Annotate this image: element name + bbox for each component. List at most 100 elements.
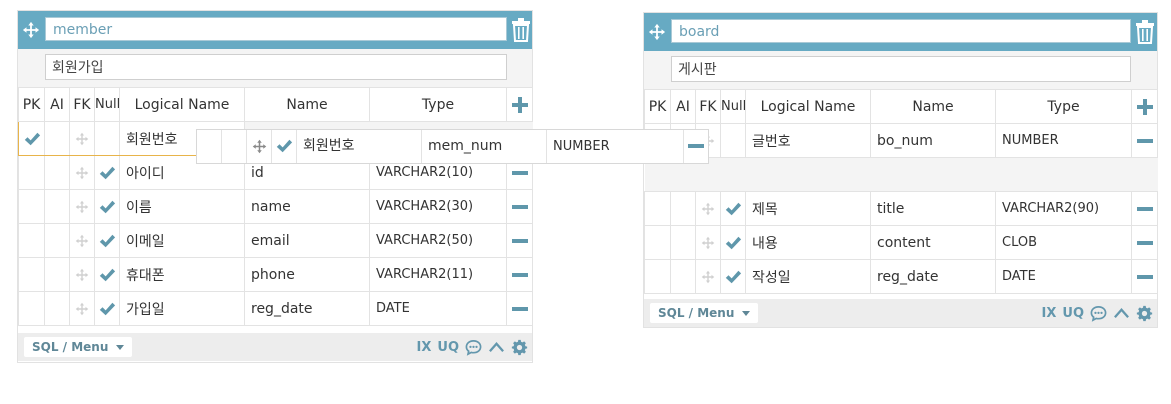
- name-cell[interactable]: bo_num: [870, 123, 996, 158]
- name-cell[interactable]: title: [870, 191, 996, 226]
- pk-toggle[interactable]: [18, 155, 45, 190]
- ai-toggle[interactable]: [670, 191, 696, 226]
- type-cell[interactable]: VARCHAR2(90): [995, 191, 1132, 226]
- row-drag-handle[interactable]: [69, 223, 95, 258]
- ai-toggle[interactable]: [670, 225, 696, 260]
- name-cell[interactable]: reg_date: [870, 259, 996, 294]
- table-comment-input[interactable]: 회원가입: [45, 54, 507, 80]
- logical-name-cell[interactable]: 제목: [745, 191, 871, 226]
- gear-icon[interactable]: [511, 339, 528, 356]
- type-cell[interactable]: NUMBER: [995, 123, 1132, 158]
- comment-icon[interactable]: [1090, 305, 1107, 322]
- type-cell[interactable]: DATE: [369, 291, 507, 326]
- null-toggle[interactable]: [94, 223, 120, 258]
- row-drag-handle[interactable]: [247, 130, 272, 163]
- comment-icon[interactable]: [465, 339, 482, 356]
- add-column-button[interactable]: [1131, 89, 1158, 124]
- name-cell[interactable]: content: [870, 225, 996, 260]
- pk-toggle[interactable]: [644, 191, 671, 226]
- move-icon[interactable]: [22, 21, 40, 39]
- null-toggle[interactable]: [94, 291, 120, 326]
- table-row[interactable]: 작성일 reg_date DATE: [644, 259, 1158, 294]
- table-row[interactable]: 내용 content CLOB: [644, 225, 1158, 260]
- row-drag-handle[interactable]: [69, 121, 95, 156]
- ai-toggle[interactable]: [44, 189, 70, 224]
- table-row[interactable]: 휴대폰 phone VARCHAR2(11): [18, 257, 533, 292]
- add-column-button[interactable]: [506, 87, 533, 122]
- table-comment-input[interactable]: 게시판: [671, 56, 1131, 82]
- pk-toggle[interactable]: [18, 189, 45, 224]
- table-row[interactable]: 이름 name VARCHAR2(30): [18, 189, 533, 224]
- ai-toggle[interactable]: [670, 259, 696, 294]
- logical-name-cell[interactable]: 이메일: [119, 223, 245, 258]
- null-toggle[interactable]: [94, 121, 120, 156]
- trash-icon[interactable]: [511, 18, 531, 42]
- table-name-input[interactable]: member: [45, 17, 507, 41]
- name-cell[interactable]: phone: [244, 257, 370, 292]
- remove-column-button[interactable]: [506, 223, 533, 258]
- logical-name-cell[interactable]: 작성일: [745, 259, 871, 294]
- table-row[interactable]: 제목 title VARCHAR2(90): [644, 191, 1158, 226]
- row-drag-handle[interactable]: [695, 259, 721, 294]
- pk-toggle[interactable]: [18, 291, 45, 326]
- ai-toggle[interactable]: [44, 155, 70, 190]
- chevron-up-icon[interactable]: [488, 339, 505, 356]
- ai-toggle[interactable]: [44, 257, 70, 292]
- type-cell[interactable]: VARCHAR2(50): [369, 223, 507, 258]
- table-row[interactable]: 이메일 email VARCHAR2(50): [18, 223, 533, 258]
- row-drag-handle[interactable]: [69, 189, 95, 224]
- pk-toggle[interactable]: [644, 225, 671, 260]
- pk-toggle[interactable]: [644, 259, 671, 294]
- remove-column-button[interactable]: [506, 291, 533, 326]
- type-cell[interactable]: DATE: [995, 259, 1132, 294]
- remove-column-button[interactable]: [506, 189, 533, 224]
- unique-button[interactable]: UQ: [437, 340, 459, 355]
- pk-toggle[interactable]: [18, 223, 45, 258]
- logical-name-cell[interactable]: 이름: [119, 189, 245, 224]
- type-cell[interactable]: CLOB: [995, 225, 1132, 260]
- logical-name-cell[interactable]: 가입일: [119, 291, 245, 326]
- null-toggle[interactable]: [94, 257, 120, 292]
- logical-name-cell[interactable]: 글번호: [745, 123, 871, 158]
- row-drag-handle[interactable]: [69, 291, 95, 326]
- remove-column-button[interactable]: [506, 257, 533, 292]
- type-cell[interactable]: VARCHAR2(30): [369, 189, 507, 224]
- row-drag-handle[interactable]: [695, 225, 721, 260]
- dragged-column-row[interactable]: 회원번호 mem_num NUMBER: [196, 129, 709, 164]
- pk-toggle[interactable]: [18, 121, 45, 156]
- null-toggle[interactable]: [720, 191, 746, 226]
- null-toggle[interactable]: [94, 155, 120, 190]
- trash-icon[interactable]: [1135, 20, 1155, 44]
- remove-column-button[interactable]: [1131, 225, 1158, 260]
- index-button[interactable]: IX: [1042, 306, 1057, 321]
- chevron-up-icon[interactable]: [1113, 305, 1130, 322]
- row-drag-handle[interactable]: [69, 155, 95, 190]
- gear-icon[interactable]: [1136, 305, 1153, 322]
- row-drag-handle[interactable]: [69, 257, 95, 292]
- pk-toggle[interactable]: [18, 257, 45, 292]
- row-drag-handle[interactable]: [695, 191, 721, 226]
- move-icon[interactable]: [648, 23, 666, 41]
- null-toggle[interactable]: [720, 259, 746, 294]
- remove-column-button[interactable]: [1131, 259, 1158, 294]
- ai-toggle[interactable]: [44, 223, 70, 258]
- unique-button[interactable]: UQ: [1062, 306, 1084, 321]
- table-name-input[interactable]: board: [671, 19, 1131, 43]
- name-cell[interactable]: name: [244, 189, 370, 224]
- name-cell[interactable]: email: [244, 223, 370, 258]
- null-toggle[interactable]: [720, 123, 746, 158]
- logical-name-cell[interactable]: 내용: [745, 225, 871, 260]
- sql-menu-button[interactable]: SQL / Menu: [650, 303, 759, 323]
- logical-name-cell[interactable]: 휴대폰: [119, 257, 245, 292]
- index-button[interactable]: IX: [417, 340, 432, 355]
- remove-column-button[interactable]: [1131, 191, 1158, 226]
- null-toggle[interactable]: [720, 225, 746, 260]
- sql-menu-button[interactable]: SQL / Menu: [24, 337, 133, 357]
- type-cell[interactable]: VARCHAR2(11): [369, 257, 507, 292]
- table-row[interactable]: 가입일 reg_date DATE: [18, 291, 533, 326]
- name-cell[interactable]: reg_date: [244, 291, 370, 326]
- remove-column-button[interactable]: [1131, 123, 1158, 158]
- ai-toggle[interactable]: [44, 121, 70, 156]
- table-row[interactable]: 글번호 bo_num NUMBER: [644, 123, 1158, 158]
- null-toggle[interactable]: [94, 189, 120, 224]
